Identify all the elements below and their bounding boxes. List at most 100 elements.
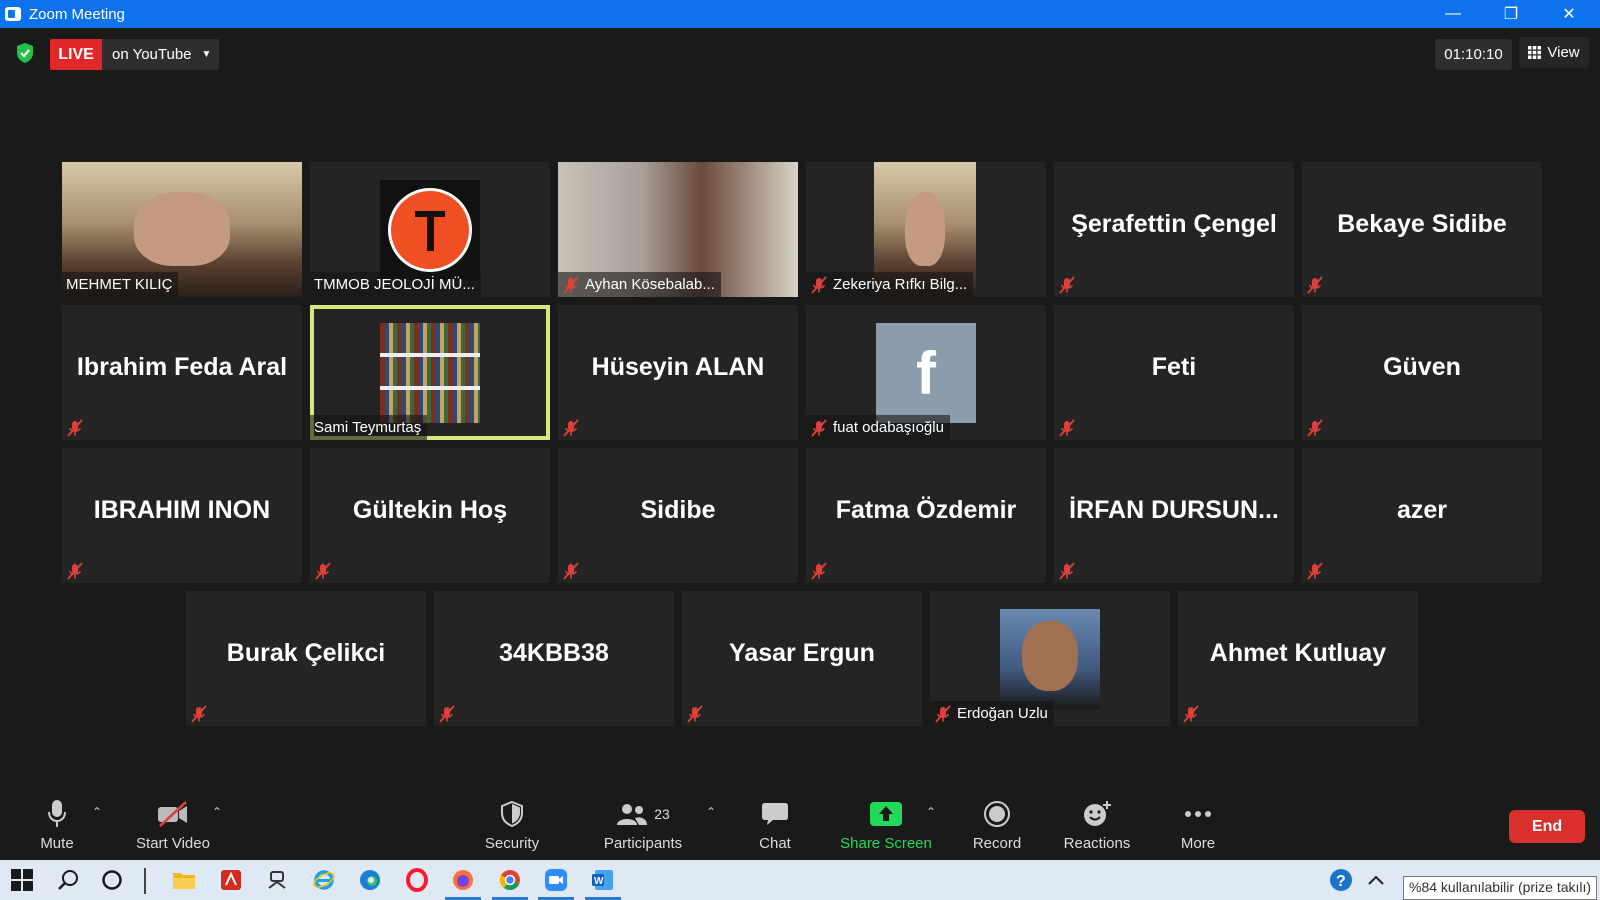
- participant-name-label: [558, 415, 591, 440]
- participant-tile[interactable]: TMMOB JEOLOJİ MÜ...: [310, 162, 550, 297]
- muted-mic-icon: [934, 704, 952, 723]
- muted-mic-icon: [562, 418, 580, 437]
- participant-tile[interactable]: Ibrahim Feda Aral: [62, 305, 302, 440]
- acrobat-icon[interactable]: [217, 866, 245, 894]
- participant-tile[interactable]: İRFAN DURSUN...: [1054, 448, 1294, 583]
- participant-tile[interactable]: azer: [1302, 448, 1542, 583]
- participant-tile[interactable]: Yasar Ergun: [682, 591, 922, 726]
- meeting-topbar: LIVE on YouTube ▼ 01:10:10 View: [0, 28, 1600, 78]
- participant-tile[interactable]: IBRAHIM INON: [62, 448, 302, 583]
- participant-tile[interactable]: Sami Teymurtaş: [310, 305, 550, 440]
- participant-display-name: Yasar Ergun: [729, 639, 875, 667]
- share-options-caret-icon[interactable]: ⌃: [926, 805, 936, 819]
- live-badge[interactable]: LIVE: [50, 39, 102, 70]
- participant-name-label: TMMOB JEOLOJİ MÜ...: [310, 272, 481, 297]
- participant-tile[interactable]: Ayhan Kösebalab...: [558, 162, 798, 297]
- view-label: View: [1547, 44, 1580, 61]
- participant-name-label: [1178, 701, 1211, 726]
- participant-display-name: Feti: [1151, 353, 1197, 381]
- security-shield-icon: [501, 800, 523, 828]
- edge-icon[interactable]: [356, 866, 384, 894]
- end-meeting-button[interactable]: End: [1509, 810, 1585, 843]
- file-explorer-icon[interactable]: [170, 866, 198, 894]
- firefox-icon[interactable]: [445, 866, 481, 900]
- window-titlebar: Zoom Meeting — ❐ ✕: [0, 0, 1600, 28]
- participant-name-label: Erdoğan Uzlu: [930, 701, 1054, 726]
- participant-tile[interactable]: Ahmet Kutluay: [1178, 591, 1418, 726]
- record-button[interactable]: Record: [942, 795, 1052, 860]
- cortana-icon[interactable]: [98, 866, 126, 894]
- muted-mic-icon: [314, 561, 332, 580]
- muted-mic-icon: [1306, 561, 1324, 580]
- live-destination-dropdown[interactable]: on YouTube ▼: [102, 39, 219, 70]
- caret-down-icon: ▼: [201, 49, 212, 60]
- participant-tile[interactable]: MEHMET KILIÇ: [62, 162, 302, 297]
- search-icon[interactable]: [54, 866, 82, 894]
- participant-tile[interactable]: f fuat odabaşıoğlu: [806, 305, 1046, 440]
- participant-display-name: Ahmet Kutluay: [1209, 639, 1387, 667]
- participants-label: Participants: [603, 835, 683, 852]
- participant-tile[interactable]: Fatma Özdemir: [806, 448, 1046, 583]
- participant-tile[interactable]: Zekeriya Rıfkı Bilg...: [806, 162, 1046, 297]
- participant-name-label: Zekeriya Rıfkı Bilg...: [806, 272, 974, 297]
- participant-name: TMMOB JEOLOJİ MÜ...: [314, 276, 475, 293]
- mute-options-caret-icon[interactable]: ⌃: [92, 805, 102, 819]
- help-icon[interactable]: ?: [1328, 866, 1356, 894]
- svg-text:W: W: [594, 876, 604, 887]
- opera-icon[interactable]: [403, 866, 431, 894]
- muted-mic-icon: [438, 704, 456, 723]
- chat-button[interactable]: Chat: [720, 795, 830, 860]
- participant-tile[interactable]: Bekaye Sidibe: [1302, 162, 1542, 297]
- meeting-toolbar: Mute ⌃ Start Video ⌃ Security 23 Partici…: [0, 795, 1600, 860]
- security-button[interactable]: Security: [457, 795, 567, 860]
- muted-mic-icon: [1306, 418, 1324, 437]
- reactions-button[interactable]: Reactions: [1042, 795, 1152, 860]
- svg-text:?: ?: [1336, 873, 1346, 890]
- participants-button[interactable]: 23 Participants: [588, 795, 698, 860]
- participant-tile[interactable]: Güven: [1302, 305, 1542, 440]
- participant-name-label: [310, 558, 343, 583]
- network-app-icon[interactable]: [263, 866, 291, 894]
- close-button[interactable]: ✕: [1540, 0, 1598, 28]
- muted-mic-icon: [562, 275, 580, 294]
- participant-display-name: azer: [1396, 496, 1448, 524]
- participants-options-caret-icon[interactable]: ⌃: [706, 805, 716, 819]
- participant-tile[interactable]: Feti: [1054, 305, 1294, 440]
- participants-icon: [617, 804, 648, 825]
- share-screen-button[interactable]: Share Screen: [831, 795, 941, 860]
- participants-count: 23: [654, 806, 670, 822]
- participant-name-label: [62, 558, 95, 583]
- participant-tile[interactable]: Burak Çelikci: [186, 591, 426, 726]
- restore-button[interactable]: ❐: [1482, 0, 1540, 28]
- word-icon[interactable]: W: [585, 866, 621, 900]
- chrome-icon[interactable]: [492, 866, 528, 900]
- internet-explorer-icon[interactable]: [310, 866, 338, 894]
- windows-start-icon[interactable]: [8, 866, 36, 894]
- participant-tile[interactable]: Erdoğan Uzlu: [930, 591, 1170, 726]
- minimize-button[interactable]: —: [1424, 0, 1482, 28]
- more-button[interactable]: More: [1143, 795, 1253, 860]
- participant-tile[interactable]: Şerafettin Çengel: [1054, 162, 1294, 297]
- start-video-label: Start Video: [136, 835, 210, 852]
- participant-name-label: [1054, 415, 1087, 440]
- reactions-label: Reactions: [1063, 835, 1131, 852]
- muted-mic-icon: [810, 275, 828, 294]
- zoom-taskbar-icon[interactable]: [538, 866, 574, 900]
- view-button[interactable]: View: [1519, 37, 1589, 68]
- participant-tile[interactable]: Sidibe: [558, 448, 798, 583]
- participant-display-name: Güven: [1383, 353, 1461, 381]
- show-hidden-icons-chevron-icon[interactable]: [1362, 866, 1390, 894]
- muted-mic-icon: [190, 704, 208, 723]
- participant-name: MEHMET KILIÇ: [66, 276, 173, 293]
- encryption-shield-icon[interactable]: [15, 42, 35, 64]
- video-options-caret-icon[interactable]: ⌃: [212, 805, 222, 819]
- participant-name: fuat odabaşıoğlu: [833, 419, 944, 436]
- participant-tile[interactable]: Gültekin Hoş: [310, 448, 550, 583]
- muted-mic-icon: [1058, 418, 1076, 437]
- battery-tooltip: %84 kullanılabilir (prize takılı): [1403, 876, 1598, 900]
- participant-tile[interactable]: 34KBB38: [434, 591, 674, 726]
- participant-tile[interactable]: Hüseyin ALAN: [558, 305, 798, 440]
- participant-display-name: Gültekin Hoş: [352, 496, 508, 524]
- participant-name-label: [434, 701, 467, 726]
- participant-name-label: [1054, 272, 1087, 297]
